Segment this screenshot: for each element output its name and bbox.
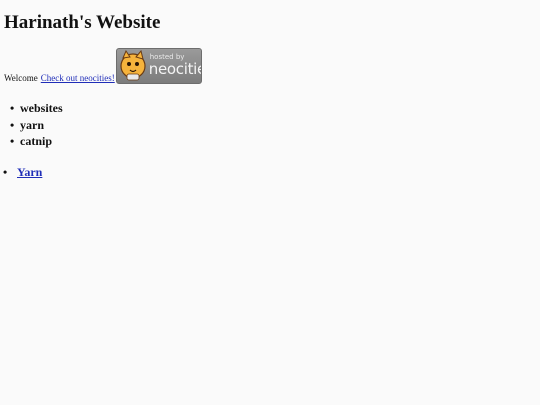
list-item-label: websites	[20, 101, 63, 115]
welcome-row: Welcome Check out neocities! hosted by n…	[4, 48, 202, 84]
list-item: • websites	[10, 100, 63, 117]
bullet-icon: •	[10, 134, 15, 148]
list-item-label: catnip	[20, 134, 53, 148]
yarn-link[interactable]: Yarn	[17, 165, 42, 179]
bullet-icon: •	[3, 165, 8, 179]
hosted-by-neocities-badge[interactable]: hosted by neocities	[115, 48, 202, 84]
bullet-icon: •	[10, 117, 15, 132]
neocities-link[interactable]: Check out neocities!	[41, 72, 115, 84]
bullet-icon: •	[10, 101, 15, 115]
welcome-text: Welcome	[4, 73, 38, 83]
link-list-item: • Yarn	[3, 164, 42, 180]
page: Harinath's Website Welcome Check out neo…	[0, 0, 540, 405]
list-item: • yarn	[10, 117, 63, 134]
page-title: Harinath's Website	[4, 12, 161, 33]
neocities-brand-label: neocities	[148, 60, 201, 78]
list-item: • catnip	[10, 133, 63, 150]
list-item-label: yarn	[20, 117, 44, 132]
topics-list: • websites • yarn • catnip	[10, 100, 63, 150]
neocities-cat-icon	[120, 50, 146, 81]
